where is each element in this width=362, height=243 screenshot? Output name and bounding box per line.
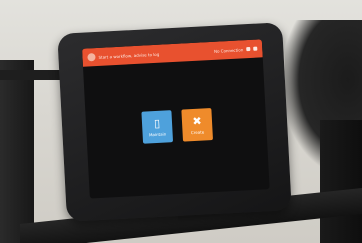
status-indicators: No Connection bbox=[214, 46, 258, 53]
railing-post-right bbox=[320, 120, 362, 243]
app-logo-icon bbox=[87, 53, 96, 62]
railing-post-left bbox=[0, 60, 34, 243]
status-welcome-text: Start a workflow, advise to log bbox=[98, 51, 160, 60]
battery-icon bbox=[253, 46, 258, 51]
tablet-device: Start a workflow, advise to log No Conne… bbox=[57, 22, 292, 222]
create-tile-button[interactable]: ✖ Create bbox=[181, 108, 213, 142]
connection-status-text: No Connection bbox=[213, 46, 244, 54]
bucket-icon: ▯ bbox=[153, 116, 161, 130]
create-tile-label: Create bbox=[190, 128, 205, 135]
tablet-screen: Start a workflow, advise to log No Conne… bbox=[82, 39, 270, 199]
maintain-tile-button[interactable]: ▯ Maintain bbox=[141, 110, 174, 144]
status-bar: Start a workflow, advise to log No Conne… bbox=[82, 39, 263, 67]
wifi-icon bbox=[246, 46, 251, 52]
maintain-tile-label: Maintain bbox=[148, 130, 167, 137]
background-scene: Start a workflow, advise to log No Conne… bbox=[0, 0, 362, 243]
tools-icon: ✖ bbox=[192, 114, 202, 128]
